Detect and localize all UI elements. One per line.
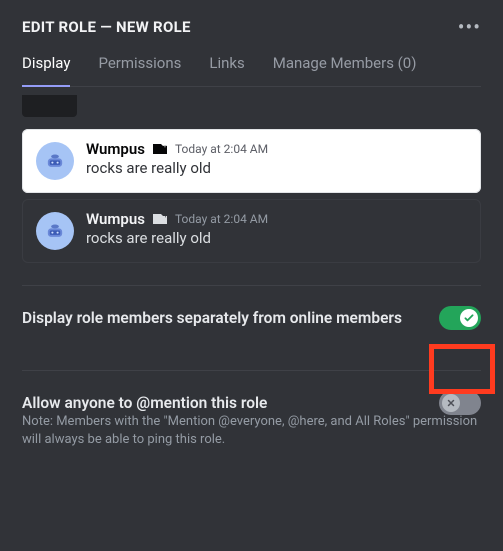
more-options-icon[interactable]: •••: [458, 22, 481, 32]
role-tag-icon: +: [151, 212, 169, 226]
preview-timestamp: Today at 2:04 AM: [175, 142, 268, 156]
preview-username: Wumpus: [86, 140, 145, 158]
tab-permissions[interactable]: Permissions: [98, 54, 181, 86]
setting-hoist: Display role members separately from onl…: [22, 286, 481, 348]
setting-mention-label: Allow anyone to @mention this role: [22, 393, 267, 413]
preview-message: rocks are really old: [86, 159, 467, 177]
toggle-mention[interactable]: [439, 391, 481, 415]
toggle-knob: [460, 309, 478, 327]
tab-manage-members[interactable]: Manage Members (0): [273, 54, 417, 86]
toggle-knob: [442, 394, 460, 412]
wumpus-icon: [42, 218, 68, 244]
avatar: [36, 212, 74, 250]
avatar: [36, 142, 74, 180]
svg-text:+: +: [163, 142, 167, 150]
tab-links[interactable]: Links: [209, 54, 244, 86]
page-title: EDIT ROLE — NEW ROLE: [22, 18, 191, 36]
setting-hoist-label: Display role members separately from onl…: [22, 308, 402, 328]
role-preview: Wumpus + Today at 2:04 AM rocks are real…: [22, 129, 481, 263]
color-swatch-stub: [22, 95, 77, 117]
preview-username: Wumpus: [86, 210, 145, 228]
wumpus-icon: [42, 148, 68, 174]
tabs: Display Permissions Links Manage Members…: [22, 54, 481, 87]
toggle-hoist[interactable]: [439, 306, 481, 330]
header: EDIT ROLE — NEW ROLE •••: [22, 18, 481, 36]
check-icon: [463, 312, 475, 324]
x-icon: [446, 398, 456, 408]
svg-text:+: +: [163, 212, 167, 220]
preview-light: Wumpus + Today at 2:04 AM rocks are real…: [22, 129, 481, 193]
preview-dark: Wumpus + Today at 2:04 AM rocks are real…: [22, 199, 481, 263]
tab-display[interactable]: Display: [22, 54, 70, 86]
preview-message: rocks are really old: [86, 229, 467, 247]
setting-mention-note: Note: Members with the "Mention @everyon…: [22, 413, 481, 466]
preview-timestamp: Today at 2:04 AM: [175, 212, 268, 226]
role-tag-icon: +: [151, 142, 169, 156]
